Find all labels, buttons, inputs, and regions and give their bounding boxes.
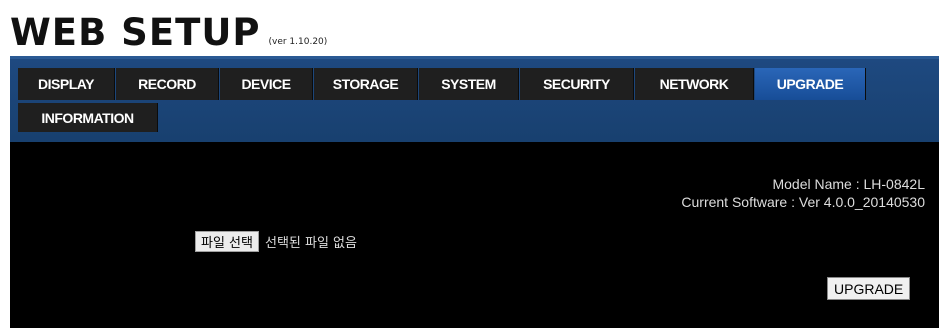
setup-panel: DISPLAY RECORD DEVICE STORAGE SYSTEM SEC…	[10, 56, 939, 328]
tab-storage[interactable]: STORAGE	[314, 68, 418, 100]
tab-display[interactable]: DISPLAY	[18, 68, 115, 100]
tab-record[interactable]: RECORD	[116, 68, 219, 100]
page-title: WEB SETUP	[10, 11, 261, 54]
tab-upgrade[interactable]: UPGRADE	[755, 68, 866, 100]
file-picker: 파일 선택 선택된 파일 없음	[195, 231, 357, 252]
upgrade-button[interactable]: UPGRADE	[827, 277, 911, 300]
tab-network[interactable]: NETWORK	[635, 68, 754, 100]
header: WEB SETUP (ver 1.10.20)	[10, 5, 327, 53]
tab-information[interactable]: INFORMATION	[18, 103, 158, 132]
current-software-label: Current Software : Ver 4.0.0_20140530	[681, 194, 925, 210]
version-label: (ver 1.10.20)	[268, 37, 328, 47]
device-info: Model Name : LH-0842L Current Software :…	[681, 175, 925, 211]
tab-security[interactable]: SECURITY	[520, 68, 634, 100]
file-status-text: 선택된 파일 없음	[264, 236, 357, 251]
tab-system[interactable]: SYSTEM	[419, 68, 519, 100]
choose-file-button[interactable]: 파일 선택	[195, 231, 259, 252]
upgrade-content: Model Name : LH-0842L Current Software :…	[10, 142, 939, 328]
model-name-label: Model Name : LH-0842L	[772, 176, 925, 192]
tab-bar: DISPLAY RECORD DEVICE STORAGE SYSTEM SEC…	[10, 56, 939, 142]
tab-device[interactable]: DEVICE	[220, 68, 313, 100]
web-setup-page: WEB SETUP (ver 1.10.20) DISPLAY RECORD D…	[0, 0, 939, 328]
